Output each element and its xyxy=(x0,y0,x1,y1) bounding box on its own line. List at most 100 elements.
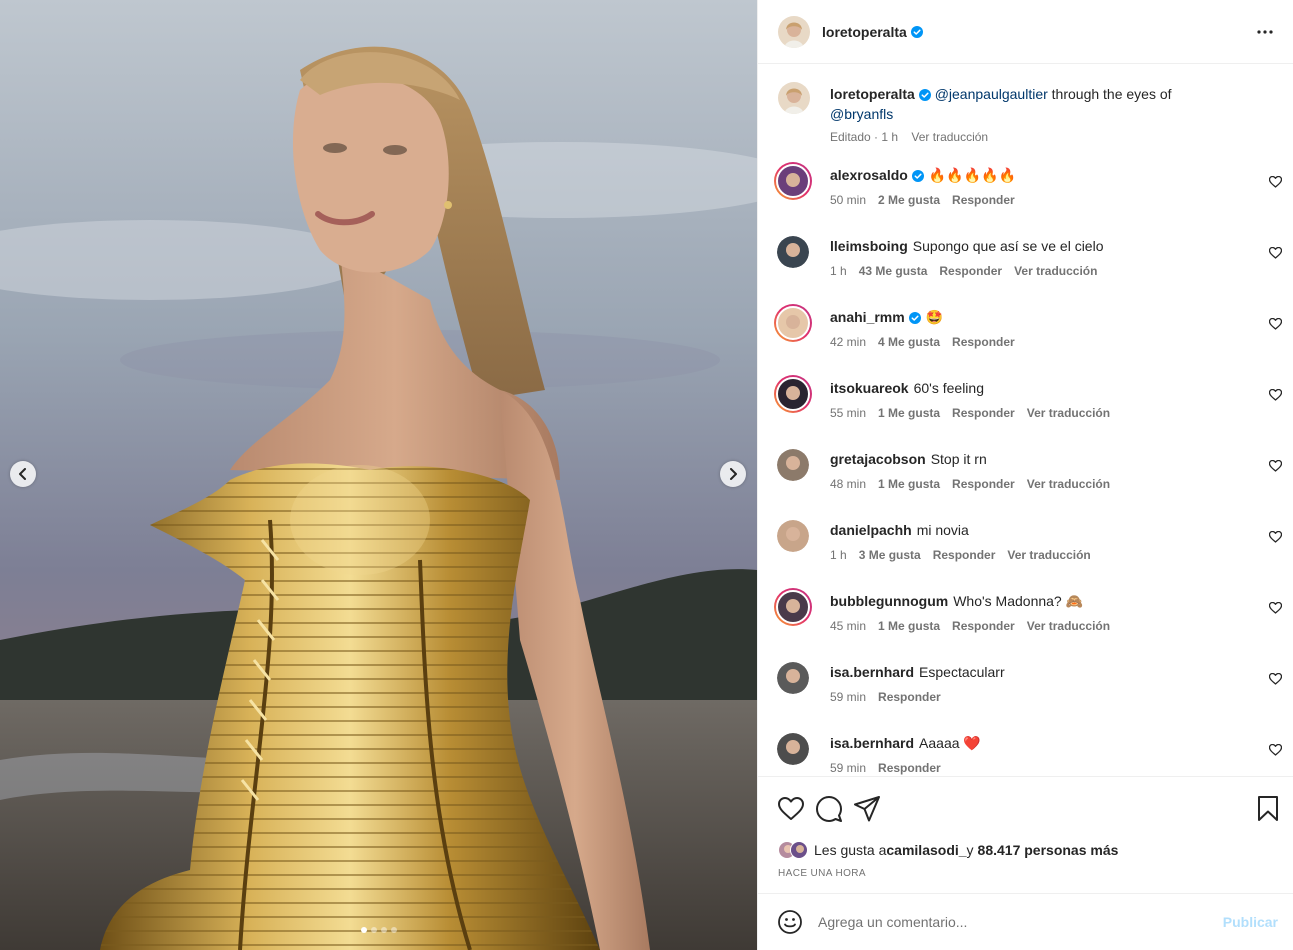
comment-time: 59 min xyxy=(830,690,867,704)
author-avatar[interactable] xyxy=(778,15,810,48)
comment-meta: 1 h 43 Me gusta Responder Ver traducción xyxy=(830,264,1109,278)
publish-button[interactable]: Publicar xyxy=(1223,914,1278,930)
commenter-username[interactable]: itsokuareok xyxy=(830,380,909,396)
likes-prefix: Les gusta a xyxy=(814,842,887,858)
share-icon[interactable] xyxy=(854,796,880,822)
comment-time: 59 min xyxy=(830,761,867,775)
likes-summary: Les gusta a camilasodi_ y 88.417 persona… xyxy=(778,841,1118,859)
commenter-username[interactable]: bubblegunnogum xyxy=(830,593,948,609)
comment-likes-link[interactable]: 4 Me gusta xyxy=(878,335,940,349)
verified-badge-icon xyxy=(910,25,923,38)
comment-body: danielpachh mi novia xyxy=(830,520,1230,540)
comment-time: 55 min xyxy=(830,406,867,420)
reply-button[interactable]: Responder xyxy=(952,477,1015,491)
bookmark-icon[interactable] xyxy=(1257,796,1279,822)
comment-likes-link[interactable]: 1 Me gusta xyxy=(878,477,940,491)
see-translation-link[interactable]: Ver traducción xyxy=(1014,264,1097,278)
comment-like-heart-icon[interactable] xyxy=(1269,602,1282,614)
see-translation-link[interactable]: Ver traducción xyxy=(1027,477,1110,491)
see-translation-link[interactable]: Ver traducción xyxy=(1027,619,1110,633)
see-translation-link[interactable]: Ver traducción xyxy=(1027,406,1110,420)
see-translation-link[interactable]: Ver traducción xyxy=(911,130,988,144)
comments-list[interactable]: loretoperalta @jeanpaulgaultier through … xyxy=(758,64,1293,776)
commenter-username[interactable]: danielpachh xyxy=(830,522,912,538)
comment-body: lleimsboing Supongo que así se ve el ciel… xyxy=(830,236,1230,256)
reply-button[interactable]: Responder xyxy=(952,619,1015,633)
comment-like-heart-icon[interactable] xyxy=(1269,176,1282,188)
commenter-username[interactable]: lleimsboing xyxy=(830,238,908,254)
comment-like-heart-icon[interactable] xyxy=(1269,531,1282,543)
commenter-avatar[interactable] xyxy=(774,162,812,200)
comment-text: mi novia xyxy=(916,522,969,538)
likes-user-link[interactable]: camilasodi_ xyxy=(886,842,966,858)
commenter-avatar[interactable] xyxy=(777,520,809,552)
post-sidebar: loretoperalta loretoperalta @jeanpaulgau… xyxy=(757,0,1293,950)
comment-likes-link[interactable]: 1 Me gusta xyxy=(878,619,940,633)
comment-icon[interactable] xyxy=(816,796,842,822)
comment-like-heart-icon[interactable] xyxy=(1269,460,1282,472)
liker-avatar xyxy=(790,841,808,859)
chevron-right-icon xyxy=(730,468,737,480)
comment-composer: Publicar xyxy=(758,893,1293,950)
commenter-avatar[interactable] xyxy=(774,588,812,626)
commenter-username[interactable]: anahi_rmm xyxy=(830,309,905,325)
author-username[interactable]: loretoperalta xyxy=(822,24,907,40)
mention-link[interactable]: @jeanpaulgaultier xyxy=(935,86,1048,102)
comment-time: 1 h xyxy=(830,548,847,562)
comment-time: 50 min xyxy=(830,193,867,207)
commenter-avatar[interactable] xyxy=(777,662,809,694)
comment-meta: 45 min 1 Me gusta Responder Ver traducción xyxy=(830,619,1122,633)
post-photo xyxy=(0,0,757,950)
comment-likes-link[interactable]: 3 Me gusta xyxy=(859,548,921,562)
comment-input[interactable] xyxy=(818,908,1198,936)
reply-button[interactable]: Responder xyxy=(952,406,1015,420)
comment-like-heart-icon[interactable] xyxy=(1269,318,1282,330)
commenter-avatar[interactable] xyxy=(777,449,809,481)
heart-icon[interactable] xyxy=(778,797,804,821)
comment-like-heart-icon[interactable] xyxy=(1269,389,1282,401)
reply-button[interactable]: Responder xyxy=(939,264,1002,278)
comment-text: Aaaaa ❤️ xyxy=(919,735,981,751)
post-media[interactable] xyxy=(0,0,757,950)
comment-like-heart-icon[interactable] xyxy=(1269,673,1282,685)
comment-body: alexrosaldo 🔥🔥🔥🔥🔥 xyxy=(830,165,1230,185)
commenter-avatar[interactable] xyxy=(777,733,809,765)
comment-body: isa.bernhard Aaaaa ❤️ xyxy=(830,733,1230,753)
comment-like-heart-icon[interactable] xyxy=(1269,247,1282,259)
comment-likes-link[interactable]: 43 Me gusta xyxy=(859,264,928,278)
mention-link[interactable]: @bryanfls xyxy=(830,106,893,122)
comment-text: 🤩 xyxy=(925,309,944,325)
comment-likes-link[interactable]: 2 Me gusta xyxy=(878,193,940,207)
verified-badge-icon xyxy=(918,89,931,101)
carousel-prev-button[interactable] xyxy=(10,461,36,487)
emoji-icon[interactable] xyxy=(778,910,802,934)
reply-button[interactable]: Responder xyxy=(878,690,941,704)
chevron-left-icon xyxy=(19,468,26,480)
commenter-username[interactable]: isa.bernhard xyxy=(830,664,914,680)
post-timestamp[interactable]: HACE UNA HORA xyxy=(778,868,866,879)
commenter-avatar[interactable] xyxy=(777,236,809,268)
post-dialog: loretoperalta loretoperalta @jeanpaulgau… xyxy=(0,0,1293,950)
comment-text: Espectacularr xyxy=(919,664,1005,680)
reply-button[interactable]: Responder xyxy=(933,548,996,562)
commenter-username[interactable]: isa.bernhard xyxy=(830,735,914,751)
author-avatar[interactable] xyxy=(778,82,810,114)
comment-like-heart-icon[interactable] xyxy=(1269,744,1282,756)
see-translation-link[interactable]: Ver traducción xyxy=(1007,548,1090,562)
commenter-avatar[interactable] xyxy=(774,304,812,342)
reply-button[interactable]: Responder xyxy=(952,335,1015,349)
more-horizontal-icon[interactable] xyxy=(1256,22,1274,42)
commenter-username[interactable]: alexrosaldo xyxy=(830,167,908,183)
commenter-avatar[interactable] xyxy=(774,375,812,413)
comment-body: isa.bernhard Espectacularr xyxy=(830,662,1230,682)
comment-text: Who's Madonna? 🙈 xyxy=(953,593,1084,609)
caption-body: through the eyes of xyxy=(1047,86,1172,102)
reply-button[interactable]: Responder xyxy=(952,193,1015,207)
comment-likes-link[interactable]: 1 Me gusta xyxy=(878,406,940,420)
carousel-next-button[interactable] xyxy=(720,461,746,487)
likes-count-link[interactable]: 88.417 personas más xyxy=(978,842,1119,858)
commenter-username[interactable]: gretajacobson xyxy=(830,451,926,467)
likes-mid: y xyxy=(966,842,974,858)
reply-button[interactable]: Responder xyxy=(878,761,941,775)
caption-username[interactable]: loretoperalta xyxy=(830,86,915,102)
